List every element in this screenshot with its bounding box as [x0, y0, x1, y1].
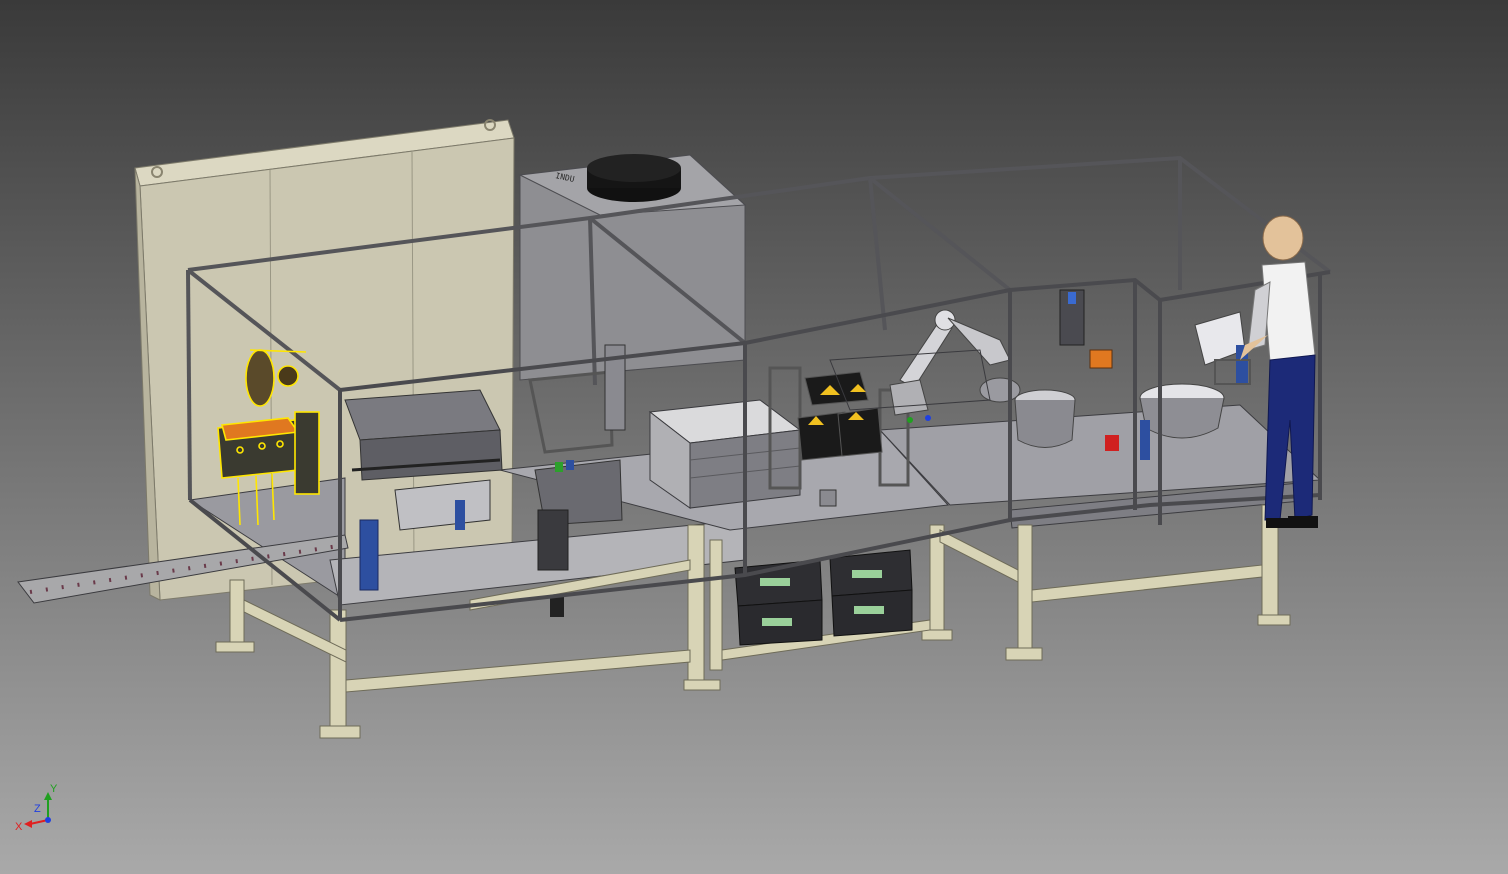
z-axis-point — [45, 817, 51, 823]
output-gripper[interactable] — [1194, 311, 1251, 385]
z-axis-label: Z — [34, 803, 41, 815]
x-axis-label: X — [15, 821, 23, 833]
x-axis-arrow — [24, 820, 32, 828]
central-housing[interactable] — [648, 399, 802, 509]
axis-triad[interactable]: Y X Z — [15, 783, 58, 833]
cad-3d-viewport[interactable]: INDU Y X Z — [0, 0, 1508, 874]
y-axis-label: Y — [50, 783, 58, 795]
assembly-model[interactable]: INDU Y X Z — [0, 0, 1508, 874]
power-supplies[interactable] — [734, 549, 913, 646]
